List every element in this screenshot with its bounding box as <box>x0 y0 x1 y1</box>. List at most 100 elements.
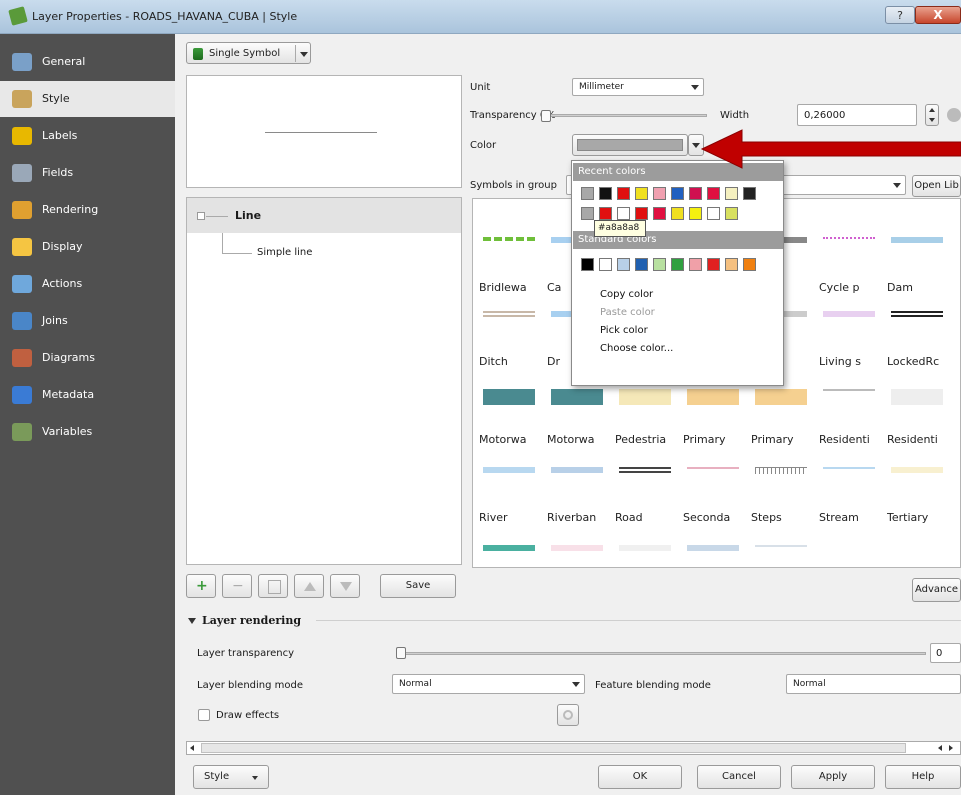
symbol-item[interactable]: Residenti <box>887 389 947 449</box>
color-swatch-cell[interactable] <box>689 187 702 200</box>
apply-button[interactable]: Apply <box>791 765 875 789</box>
help-button[interactable]: Help <box>885 765 961 789</box>
style-menu-button[interactable]: Style <box>193 765 269 789</box>
sidebar-item-labels[interactable]: Labels <box>0 118 175 154</box>
symbol-item[interactable]: River <box>479 467 539 527</box>
color-swatch-cell[interactable] <box>743 258 756 271</box>
scroll-right-icon[interactable] <box>949 745 953 751</box>
transparency-slider[interactable] <box>542 114 707 117</box>
symbol-layer-tree[interactable]: Line Simple line <box>186 197 462 565</box>
sidebar-item-metadata[interactable]: Metadata <box>0 377 175 413</box>
color-swatch-cell[interactable] <box>635 207 648 220</box>
color-button[interactable] <box>572 134 688 156</box>
advanced-button[interactable]: Advance <box>912 578 961 602</box>
color-swatch-cell[interactable] <box>599 258 612 271</box>
layer-transparency-spinbox[interactable]: 0 <box>930 643 961 663</box>
scroll-left-icon[interactable] <box>938 745 942 751</box>
symbol-item[interactable]: Pedestria <box>615 389 675 449</box>
move-down-button[interactable] <box>330 574 360 598</box>
symbol-item[interactable]: Bridlewa <box>479 237 539 297</box>
symbol-item[interactable]: Primary <box>683 389 743 449</box>
color-swatch-cell[interactable] <box>635 187 648 200</box>
title-bar[interactable]: Layer Properties - ROADS_HAVANA_CUBA | S… <box>0 0 961 34</box>
scrollbar-thumb[interactable] <box>201 743 906 753</box>
lock-layer-button[interactable] <box>258 574 288 598</box>
color-swatch-cell[interactable] <box>599 187 612 200</box>
tree-child-label[interactable]: Simple line <box>257 247 312 258</box>
save-button[interactable]: Save <box>380 574 456 598</box>
color-swatch-cell[interactable] <box>671 187 684 200</box>
window-help-button[interactable]: ? <box>885 6 915 24</box>
layer-rendering-header[interactable]: Layer rendering <box>202 614 301 627</box>
color-swatch-cell[interactable] <box>617 258 630 271</box>
width-spinbox[interactable]: 0,26000 <box>797 104 917 126</box>
data-defined-override-icon[interactable] <box>947 108 961 122</box>
color-swatch-cell[interactable] <box>689 207 702 220</box>
color-swatch-cell[interactable] <box>725 258 738 271</box>
color-swatch-cell[interactable] <box>743 187 756 200</box>
color-swatch-cell[interactable] <box>581 187 594 200</box>
symbol-item[interactable]: Ditch <box>479 311 539 371</box>
color-swatch-cell[interactable] <box>581 258 594 271</box>
menu-item-pick-color[interactable]: Pick color <box>600 325 648 336</box>
color-swatch-cell[interactable] <box>653 258 666 271</box>
symbol-item[interactable] <box>615 545 675 567</box>
color-swatch-cell[interactable] <box>653 207 666 220</box>
symbol-item[interactable] <box>547 545 607 567</box>
symbol-item[interactable]: Road <box>615 467 675 527</box>
ok-button[interactable]: OK <box>598 765 682 789</box>
layer-blending-select[interactable]: Normal <box>392 674 585 694</box>
add-layer-button[interactable]: + <box>186 574 216 598</box>
layer-transparency-knob[interactable] <box>396 647 406 659</box>
color-swatch-cell[interactable] <box>653 187 666 200</box>
symbol-item[interactable]: Cycle p <box>819 237 879 297</box>
color-swatch-cell[interactable] <box>707 207 720 220</box>
collapse-arrow-icon[interactable] <box>188 618 196 624</box>
color-swatch-cell[interactable] <box>599 207 612 220</box>
sidebar-item-diagrams[interactable]: Diagrams <box>0 340 175 376</box>
symbol-item[interactable]: Primary <box>751 389 811 449</box>
open-library-button[interactable]: Open Lib <box>912 175 961 197</box>
effects-settings-button[interactable] <box>557 704 579 726</box>
collapse-icon[interactable] <box>197 212 205 220</box>
symbol-item[interactable] <box>751 545 811 567</box>
color-swatch-cell[interactable] <box>707 258 720 271</box>
tree-row-selected[interactable] <box>187 198 461 233</box>
remove-layer-button[interactable]: − <box>222 574 252 598</box>
sidebar-item-variables[interactable]: Variables <box>0 414 175 450</box>
symbol-item[interactable]: Motorwa <box>547 389 607 449</box>
draw-effects-checkbox[interactable] <box>198 709 210 721</box>
color-swatch-cell[interactable] <box>689 258 702 271</box>
symbol-item[interactable]: Stream <box>819 467 879 527</box>
color-swatch-cell[interactable] <box>617 207 630 220</box>
color-swatch-cell[interactable] <box>725 207 738 220</box>
color-swatch-cell[interactable] <box>671 258 684 271</box>
symbol-item[interactable]: Dam <box>887 237 947 297</box>
width-spinner-arrows[interactable] <box>925 104 939 126</box>
cancel-button[interactable]: Cancel <box>697 765 781 789</box>
color-popup-menu[interactable]: Recent colors Standard colors Copy color… <box>571 160 784 386</box>
symbol-item[interactable]: Living s <box>819 311 879 371</box>
menu-item-choose-color[interactable]: Choose color... <box>600 343 673 354</box>
color-swatch-cell[interactable] <box>581 207 594 220</box>
sidebar-item-joins[interactable]: Joins <box>0 303 175 339</box>
window-close-button[interactable]: X <box>915 6 961 24</box>
symbol-item[interactable] <box>683 545 743 567</box>
sidebar-item-rendering[interactable]: Rendering <box>0 192 175 228</box>
color-swatch-cell[interactable] <box>671 207 684 220</box>
symbol-item[interactable]: Riverban <box>547 467 607 527</box>
color-swatch-cell[interactable] <box>617 187 630 200</box>
sidebar-item-fields[interactable]: Fields <box>0 155 175 191</box>
scroll-left-icon[interactable] <box>190 745 194 751</box>
color-swatch-cell[interactable] <box>725 187 738 200</box>
symbol-item[interactable]: Motorwa <box>479 389 539 449</box>
horizontal-scrollbar[interactable] <box>186 741 961 755</box>
unit-select[interactable]: Millimeter <box>572 78 704 96</box>
symbol-item[interactable]: Seconda <box>683 467 743 527</box>
symbol-item[interactable]: Steps <box>751 467 811 527</box>
feature-blending-select[interactable]: Normal <box>786 674 961 694</box>
menu-item-copy-color[interactable]: Copy color <box>600 289 653 300</box>
symbol-item[interactable] <box>479 545 539 567</box>
move-up-button[interactable] <box>294 574 324 598</box>
renderer-select[interactable]: Single Symbol <box>186 42 311 64</box>
